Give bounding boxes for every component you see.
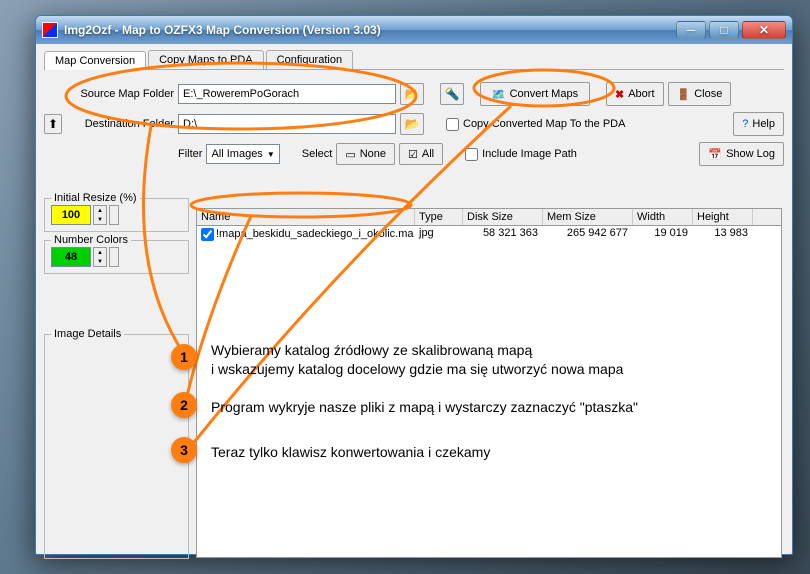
filter-select[interactable]: All Images ▼ bbox=[206, 144, 279, 164]
image-details-group: Image Details bbox=[44, 334, 189, 559]
filter-label: Filter bbox=[178, 148, 202, 160]
annotation-2-text: Program wykryje nasze pliki z mapą i wys… bbox=[211, 398, 638, 417]
calendar-icon: 📅 bbox=[708, 148, 722, 161]
resize-slider-handle[interactable] bbox=[109, 205, 119, 225]
maximize-button[interactable]: □ bbox=[709, 21, 739, 39]
source-folder-input[interactable]: E:\_RoweremPoGorach bbox=[178, 84, 396, 104]
number-colors-group: Number Colors ▲▼ bbox=[44, 240, 189, 274]
up-arrow-icon: ⬆ bbox=[48, 117, 58, 131]
convert-maps-button[interactable]: 🗺️ Convert Maps bbox=[480, 82, 590, 106]
col-name[interactable]: Name bbox=[197, 209, 415, 225]
chevron-down-icon: ▼ bbox=[267, 150, 275, 159]
close-button[interactable]: 🚪 Close bbox=[668, 82, 732, 106]
abort-icon: ✖ bbox=[615, 88, 624, 101]
flashlight-button[interactable]: 🔦 bbox=[440, 83, 464, 105]
annotation-3-badge: 3 bbox=[171, 437, 197, 463]
tab-map-conversion[interactable]: Map Conversion bbox=[44, 51, 146, 70]
annotation-3-text: Teraz tylko klawisz konwertowania i czek… bbox=[211, 443, 490, 462]
colors-slider-handle[interactable] bbox=[109, 247, 119, 267]
initial-resize-group: Initial Resize (%) ▲▼ bbox=[44, 198, 189, 232]
row-filename: !mapa_beskidu_sadeckiego_i_okolic.map bbox=[216, 228, 415, 240]
blank-icon: ▭ bbox=[345, 148, 355, 161]
copy-to-pda-checkbox[interactable]: Copy Converted Map To the PDA bbox=[446, 118, 625, 131]
minimize-button[interactable]: ─ bbox=[676, 21, 706, 39]
app-window: Img2Ozf - Map to OZFX3 Map Conversion (V… bbox=[35, 15, 793, 555]
annotation-1-badge: 1 bbox=[171, 344, 197, 370]
number-colors-input[interactable] bbox=[51, 247, 91, 267]
folder-open-icon: 📂 bbox=[405, 117, 420, 131]
table-row[interactable]: !mapa_beskidu_sadeckiego_i_okolic.map jp… bbox=[197, 226, 781, 242]
abort-button[interactable]: ✖ Abort bbox=[606, 82, 664, 106]
initial-resize-label: Initial Resize (%) bbox=[51, 192, 140, 204]
file-list: Name Type Disk Size Mem Size Width Heigh… bbox=[196, 208, 782, 560]
row-checkbox[interactable] bbox=[201, 228, 214, 241]
colors-spinner[interactable]: ▲▼ bbox=[93, 247, 107, 267]
window-title: Img2Ozf - Map to OZFX3 Map Conversion (V… bbox=[64, 23, 676, 37]
dest-up-button[interactable]: ⬆ bbox=[44, 114, 62, 134]
col-height[interactable]: Height bbox=[693, 209, 753, 225]
title-bar: Img2Ozf - Map to OZFX3 Map Conversion (V… bbox=[36, 16, 792, 44]
initial-resize-input[interactable] bbox=[51, 205, 91, 225]
row-type: jpg bbox=[415, 226, 463, 242]
col-disk[interactable]: Disk Size bbox=[463, 209, 543, 225]
list-header: Name Type Disk Size Mem Size Width Heigh… bbox=[196, 208, 782, 226]
row-disk: 58 321 363 bbox=[463, 226, 543, 242]
map-icon: 🗺️ bbox=[492, 88, 506, 101]
dest-folder-label: Destination Folder bbox=[66, 118, 174, 130]
number-colors-label: Number Colors bbox=[51, 234, 131, 246]
tab-copy-pda[interactable]: Copy Maps to PDA bbox=[148, 50, 264, 69]
annotation-1-text: Wybieramy katalog źródłowy ze skalibrowa… bbox=[211, 341, 623, 379]
select-all-button[interactable]: ☑ All bbox=[399, 143, 443, 165]
tab-configuration[interactable]: Configuration bbox=[266, 50, 353, 69]
flashlight-icon: 🔦 bbox=[445, 87, 460, 101]
select-label: Select bbox=[302, 148, 333, 160]
window-close-button[interactable]: ✕ bbox=[742, 21, 786, 39]
resize-spinner[interactable]: ▲▼ bbox=[93, 205, 107, 225]
folder-open-icon: 📂 bbox=[405, 87, 420, 101]
annotation-2-badge: 2 bbox=[171, 392, 197, 418]
col-mem[interactable]: Mem Size bbox=[543, 209, 633, 225]
row-mem: 265 942 677 bbox=[543, 226, 633, 242]
app-icon bbox=[42, 22, 58, 38]
image-details-label: Image Details bbox=[51, 328, 124, 340]
col-width[interactable]: Width bbox=[633, 209, 693, 225]
row-height: 13 983 bbox=[693, 226, 753, 242]
dest-folder-input[interactable]: D:\ bbox=[178, 114, 396, 134]
help-button[interactable]: ? Help bbox=[733, 112, 784, 136]
row-width: 19 019 bbox=[633, 226, 693, 242]
col-type[interactable]: Type bbox=[415, 209, 463, 225]
checked-icon: ☑ bbox=[408, 148, 418, 161]
select-none-button[interactable]: ▭ None bbox=[336, 143, 395, 165]
source-folder-label: Source Map Folder bbox=[66, 88, 174, 100]
door-icon: 🚪 bbox=[677, 88, 691, 101]
help-icon: ? bbox=[742, 118, 748, 130]
show-log-button[interactable]: 📅 Show Log bbox=[699, 142, 784, 166]
tab-strip: Map Conversion Copy Maps to PDA Configur… bbox=[44, 50, 784, 70]
include-path-checkbox[interactable]: Include Image Path bbox=[465, 148, 577, 161]
source-browse-button[interactable]: 📂 bbox=[400, 83, 424, 105]
dest-browse-button[interactable]: 📂 bbox=[400, 113, 424, 135]
